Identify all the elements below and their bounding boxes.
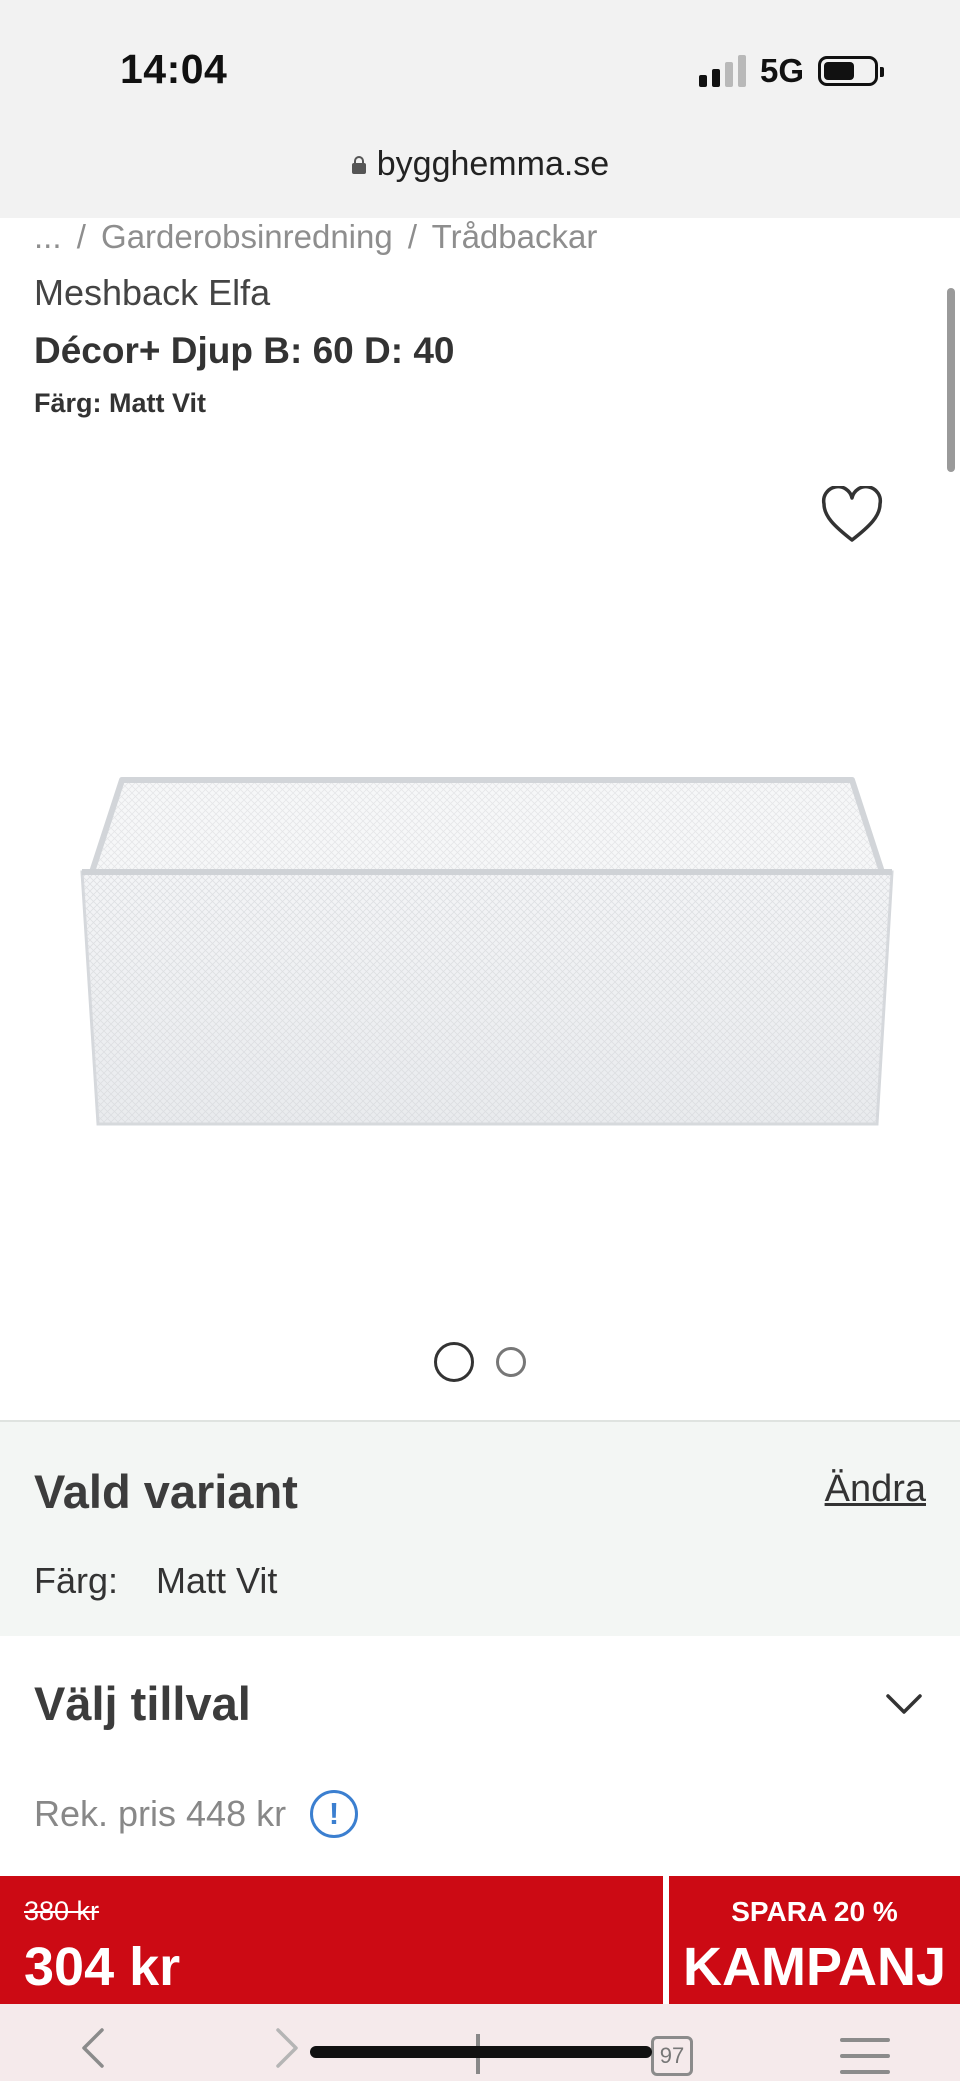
breadcrumb-ellipsis[interactable]: ... (34, 218, 62, 255)
image-carousel-dots (0, 1342, 960, 1382)
product-name: Décor+ Djup B: 60 D: 40 (34, 330, 455, 371)
signal-icon (698, 55, 746, 87)
scrollbar[interactable] (947, 288, 955, 472)
browser-bottom-toolbar: 97 (0, 2004, 960, 2081)
browser-top-chrome: 14:04 5G bygghemma.se (0, 0, 960, 218)
menu-icon[interactable] (840, 2038, 890, 2074)
home-indicator[interactable] (310, 2046, 652, 2058)
current-price: 304 kr (24, 1937, 181, 1997)
status-time: 14:04 (120, 46, 228, 92)
price-block: 380 kr 304 kr (0, 1876, 663, 2004)
campaign-badge: KAMPANJ (682, 1937, 946, 1997)
breadcrumb-tradbackar[interactable]: Trådbackar (432, 218, 598, 255)
breadcrumb-separator: / (407, 218, 418, 255)
carousel-dot[interactable] (496, 1347, 526, 1377)
change-variant-link[interactable]: Ändra (825, 1468, 926, 1511)
options-accordion[interactable]: Välj tillval (0, 1636, 960, 1766)
product-image[interactable] (62, 772, 912, 1132)
forward-arrow-icon[interactable] (268, 2026, 304, 2070)
network-label: 5G (759, 52, 804, 89)
recommended-price: Rek. pris 448 kr ! (34, 1790, 359, 1838)
breadcrumb: ... / Garderobsinredning / Trådbackar (34, 218, 603, 256)
price-bar: 380 kr 304 kr SPARA 20 % KAMPANJ (0, 1876, 960, 2004)
address-bar[interactable]: bygghemma.se (0, 145, 960, 184)
old-price: 380 kr (24, 1896, 100, 1926)
recommended-price-text: Rek. pris 448 kr (34, 1793, 287, 1834)
product-color: Färg: Matt Vit (34, 388, 207, 418)
chevron-down-icon[interactable] (884, 1690, 924, 1720)
product-brand-title: Meshback Elfa (34, 272, 271, 313)
tabs-button[interactable]: 97 (651, 2036, 693, 2076)
selected-variant-section: Vald variant Ändra Färg: Matt Vit (0, 1420, 960, 1636)
lock-icon (351, 155, 367, 174)
info-icon[interactable]: ! (310, 1790, 359, 1838)
variant-attribute-value: Matt Vit (156, 1560, 278, 1601)
breadcrumb-separator: / (76, 218, 86, 255)
variant-title: Vald variant (34, 1465, 298, 1518)
variant-attribute-label: Färg: (34, 1560, 119, 1601)
carousel-dot-active[interactable] (434, 1342, 474, 1382)
battery-icon (818, 56, 884, 86)
status-indicators: 5G (698, 52, 884, 90)
back-arrow-icon[interactable] (76, 2026, 112, 2070)
savings-label: SPARA 20 % (731, 1896, 898, 1927)
url-text: bygghemma.se (376, 145, 610, 183)
variant-attribute-row: Färg: Matt Vit (34, 1560, 277, 1602)
favorite-heart-icon[interactable] (820, 485, 884, 546)
options-title: Välj tillval (34, 1677, 251, 1730)
breadcrumb-garderobsinredning[interactable]: Garderobsinredning (101, 218, 393, 255)
